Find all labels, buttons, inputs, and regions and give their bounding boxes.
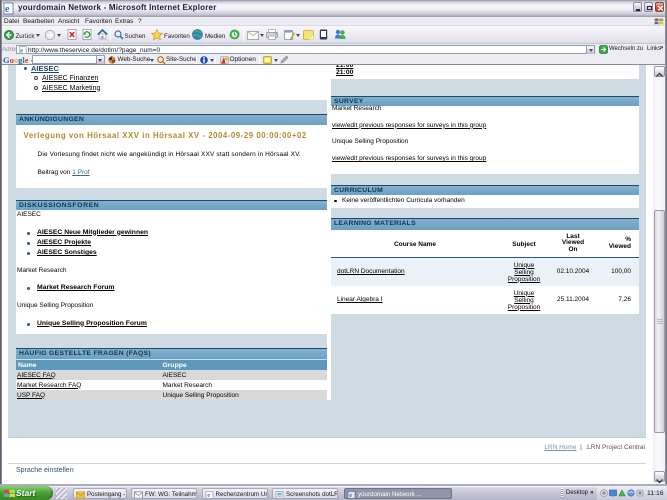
svg-text:e: e xyxy=(20,47,23,54)
svg-text:e: e xyxy=(5,4,10,15)
svg-text:e: e xyxy=(349,492,352,499)
svg-text:e: e xyxy=(207,492,210,499)
